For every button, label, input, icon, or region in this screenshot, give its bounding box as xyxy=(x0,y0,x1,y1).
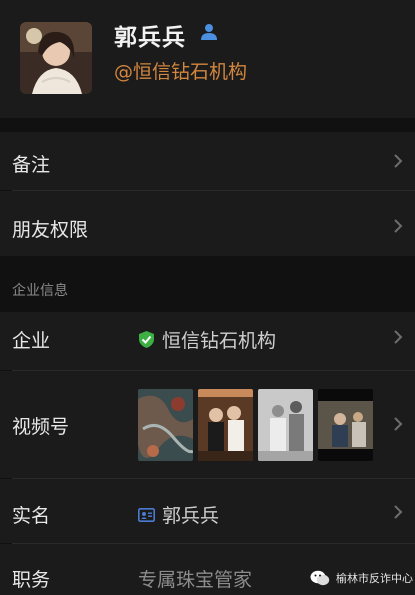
chevron-right-icon xyxy=(393,218,403,238)
friend-permission-label: 朋友权限 xyxy=(12,219,89,241)
channel-video-thumbnail[interactable] xyxy=(258,389,313,461)
avatar-image xyxy=(20,22,92,94)
avatar[interactable] xyxy=(20,22,92,94)
chevron-right-icon xyxy=(393,153,403,173)
channel-video-thumbnail[interactable] xyxy=(138,389,193,461)
contact-organization[interactable]: @恒信钻石机构 xyxy=(114,57,247,84)
profile-header: 郭兵兵 @恒信钻石机构 xyxy=(0,0,415,118)
enterprise-value: 恒信钻石机构 xyxy=(138,326,276,353)
chevron-right-icon xyxy=(393,504,403,524)
real-name-value: 郭兵兵 xyxy=(138,501,219,528)
channels-label: 视频号 xyxy=(12,416,70,438)
section-header: 企业信息 xyxy=(0,256,415,316)
wechat-icon xyxy=(310,570,330,586)
position-label: 职务 xyxy=(12,569,51,591)
id-card-icon xyxy=(138,507,155,522)
real-name-label: 实名 xyxy=(12,505,51,527)
channel-video-thumbnail[interactable] xyxy=(198,389,253,461)
chevron-right-icon xyxy=(393,416,403,436)
real-name-row[interactable]: 实名 郭兵兵 xyxy=(0,479,415,543)
watermark-text: 榆林市反诈中心 xyxy=(336,572,413,585)
contact-name: 郭兵兵 xyxy=(114,25,186,51)
enterprise-label: 企业 xyxy=(12,330,51,352)
chevron-right-icon xyxy=(393,329,403,349)
enterprise-name: 恒信钻石机构 xyxy=(162,330,277,352)
person-badge-icon xyxy=(199,22,219,46)
position-value: 专属珠宝管家 xyxy=(138,569,253,591)
friend-permission-row[interactable]: 朋友权限 xyxy=(0,191,415,256)
enterprise-row[interactable]: 企业 恒信钻石机构 xyxy=(0,312,415,370)
verified-shield-icon xyxy=(138,330,155,349)
channel-video-thumbnail[interactable] xyxy=(318,389,373,461)
remark-row[interactable]: 备注 xyxy=(0,132,415,190)
real-name-text: 郭兵兵 xyxy=(162,505,220,527)
section-title: 企业信息 xyxy=(12,283,68,299)
remark-label: 备注 xyxy=(12,154,51,176)
watermark: 榆林市反诈中心 xyxy=(310,568,413,588)
